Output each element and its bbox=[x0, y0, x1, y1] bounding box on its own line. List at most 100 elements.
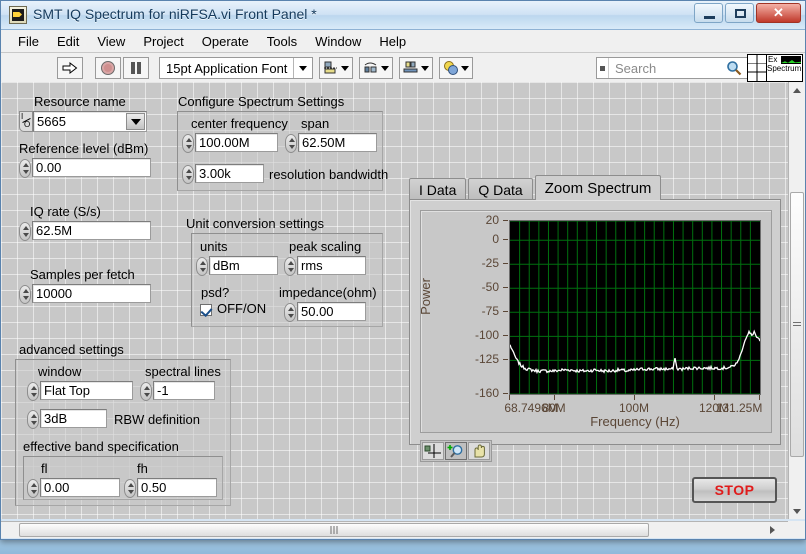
rbw-definition-field[interactable]: 3dB bbox=[40, 409, 107, 428]
fh-control[interactable]: 0.50 bbox=[124, 478, 217, 499]
spectral-lines-control[interactable]: -1 bbox=[140, 381, 215, 402]
graph-plot-area[interactable] bbox=[509, 220, 761, 395]
psd-checkbox[interactable] bbox=[200, 304, 212, 316]
peak-scaling-stepper[interactable] bbox=[284, 257, 296, 276]
resource-name-field[interactable]: 5665 bbox=[33, 111, 147, 132]
horizontal-scrollbar-thumb[interactable] bbox=[19, 523, 649, 537]
window-control[interactable]: Flat Top bbox=[27, 381, 133, 402]
cursor-crosshair-tool[interactable] bbox=[422, 442, 444, 460]
span-field[interactable]: 62.50M bbox=[298, 133, 377, 152]
maximize-button[interactable] bbox=[725, 3, 754, 23]
span-control[interactable]: 62.50M bbox=[285, 133, 377, 154]
align-objects-button[interactable] bbox=[319, 57, 354, 79]
samples-per-fetch-field[interactable]: 10000 bbox=[32, 284, 151, 303]
pause-button[interactable] bbox=[123, 57, 149, 79]
fh-value: 0.50 bbox=[141, 480, 167, 495]
abort-execution-button[interactable] bbox=[95, 57, 121, 79]
resource-name-control[interactable]: I O 5665 bbox=[19, 111, 147, 132]
fl-stepper[interactable] bbox=[27, 479, 39, 498]
peak-scaling-field[interactable]: rms bbox=[297, 256, 366, 275]
impedance-field[interactable]: 50.00 bbox=[297, 302, 366, 321]
graph-y-tick-mark bbox=[503, 263, 508, 265]
tab-i-data[interactable]: I Data bbox=[409, 178, 467, 200]
fh-stepper[interactable] bbox=[124, 479, 136, 498]
menu-item-view[interactable]: View bbox=[88, 32, 134, 51]
window-value: Flat Top bbox=[44, 383, 91, 398]
close-button[interactable]: ✕ bbox=[756, 3, 801, 23]
resource-name-dropdown-button[interactable] bbox=[126, 113, 145, 130]
impedance-control[interactable]: 50.00 bbox=[284, 302, 366, 323]
tab-q-data[interactable]: Q Data bbox=[468, 178, 533, 200]
stop-button[interactable]: STOP bbox=[692, 477, 777, 503]
center-frequency-field[interactable]: 100.00M bbox=[195, 133, 278, 152]
units-field[interactable]: dBm bbox=[209, 256, 278, 275]
units-control[interactable]: dBm bbox=[196, 256, 278, 277]
vi-icon-pane[interactable]: Ex Spectrum bbox=[747, 54, 803, 82]
rbw-definition-control[interactable]: 3dB bbox=[27, 409, 107, 430]
menu-item-project[interactable]: Project bbox=[134, 32, 192, 51]
tab-zoom-spectrum[interactable]: Zoom Spectrum bbox=[534, 175, 662, 200]
samples-per-fetch-stepper[interactable] bbox=[19, 285, 31, 304]
resource-name-value: 5665 bbox=[37, 114, 66, 129]
search-input[interactable]: Search bbox=[596, 57, 748, 79]
reorder-objects-button[interactable] bbox=[439, 57, 474, 79]
iq-rate-stepper[interactable] bbox=[19, 222, 31, 241]
fh-field[interactable]: 0.50 bbox=[137, 478, 217, 497]
resolution-bandwidth-stepper[interactable] bbox=[182, 165, 194, 184]
fl-control[interactable]: 0.00 bbox=[27, 478, 120, 499]
minimize-button[interactable] bbox=[694, 3, 723, 23]
iq-rate-control[interactable]: 62.5M bbox=[19, 221, 151, 242]
menu-item-window[interactable]: Window bbox=[306, 32, 370, 51]
center-frequency-control[interactable]: 100.00M bbox=[182, 133, 278, 154]
distribute-objects-button[interactable] bbox=[359, 57, 394, 79]
vertical-scrollbar[interactable] bbox=[788, 82, 805, 519]
reference-level-stepper[interactable] bbox=[19, 159, 31, 178]
reference-level-control[interactable]: 0.00 bbox=[19, 158, 151, 179]
scroll-down-button[interactable] bbox=[789, 503, 805, 519]
reference-level-field[interactable]: 0.00 bbox=[32, 158, 151, 177]
span-stepper[interactable] bbox=[285, 134, 297, 153]
peak-scaling-control[interactable]: rms bbox=[284, 256, 366, 277]
menu-item-operate[interactable]: Operate bbox=[193, 32, 258, 51]
menu-item-file[interactable]: File bbox=[9, 32, 48, 51]
horizontal-scrollbar[interactable] bbox=[1, 521, 790, 538]
window-field[interactable]: Flat Top bbox=[40, 381, 133, 400]
center-frequency-value: 100.00M bbox=[199, 135, 250, 150]
iq-rate-field[interactable]: 62.5M bbox=[32, 221, 151, 240]
resolution-bandwidth-control[interactable]: 3.00k bbox=[182, 164, 264, 185]
graph-x-tick-mark bbox=[759, 395, 760, 400]
vi-icon-image[interactable]: Ex Spectrum bbox=[767, 54, 803, 82]
menu-item-help[interactable]: Help bbox=[370, 32, 415, 51]
zoom-magnifier-tool[interactable] bbox=[445, 442, 467, 460]
scroll-up-button[interactable] bbox=[789, 82, 805, 98]
font-selector-divider bbox=[293, 58, 295, 78]
vertical-scrollbar-thumb[interactable] bbox=[790, 192, 804, 457]
samples-per-fetch-control[interactable]: 10000 bbox=[19, 284, 151, 305]
fl-field[interactable]: 0.00 bbox=[40, 478, 120, 497]
graph-y-tick-mark bbox=[503, 239, 508, 241]
menu-item-tools[interactable]: Tools bbox=[258, 32, 306, 51]
graph-y-tick-label: 0 bbox=[492, 232, 499, 247]
scroll-right-button[interactable] bbox=[764, 522, 780, 538]
spectral-lines-stepper[interactable] bbox=[140, 382, 152, 401]
font-selector[interactable]: 15pt Application Font bbox=[159, 57, 314, 79]
pan-hand-tool[interactable] bbox=[468, 442, 490, 460]
rbw-definition-stepper[interactable] bbox=[27, 410, 39, 429]
spectral-lines-label: spectral lines bbox=[145, 364, 221, 379]
run-button[interactable] bbox=[57, 57, 83, 79]
units-stepper[interactable] bbox=[196, 257, 208, 276]
resolution-bandwidth-field[interactable]: 3.00k bbox=[195, 164, 264, 183]
center-frequency-stepper[interactable] bbox=[182, 134, 194, 153]
impedance-stepper[interactable] bbox=[284, 303, 296, 322]
resize-objects-button[interactable] bbox=[399, 57, 434, 79]
graph-x-tick-mark bbox=[509, 395, 510, 400]
vi-connector-pane[interactable] bbox=[747, 54, 767, 82]
spectrum-graph[interactable]: Power 20 0 -25 -50 -75 -100 -125 -160 68.7496M 8… bbox=[418, 210, 772, 433]
pan-hand-icon bbox=[474, 444, 485, 458]
window-stepper[interactable] bbox=[27, 382, 39, 401]
fl-label: fl bbox=[41, 461, 48, 476]
scrollbar-grip bbox=[793, 321, 801, 328]
iq-rate-label: IQ rate (S/s) bbox=[30, 204, 101, 219]
menu-item-edit[interactable]: Edit bbox=[48, 32, 88, 51]
spectral-lines-field[interactable]: -1 bbox=[153, 381, 215, 400]
